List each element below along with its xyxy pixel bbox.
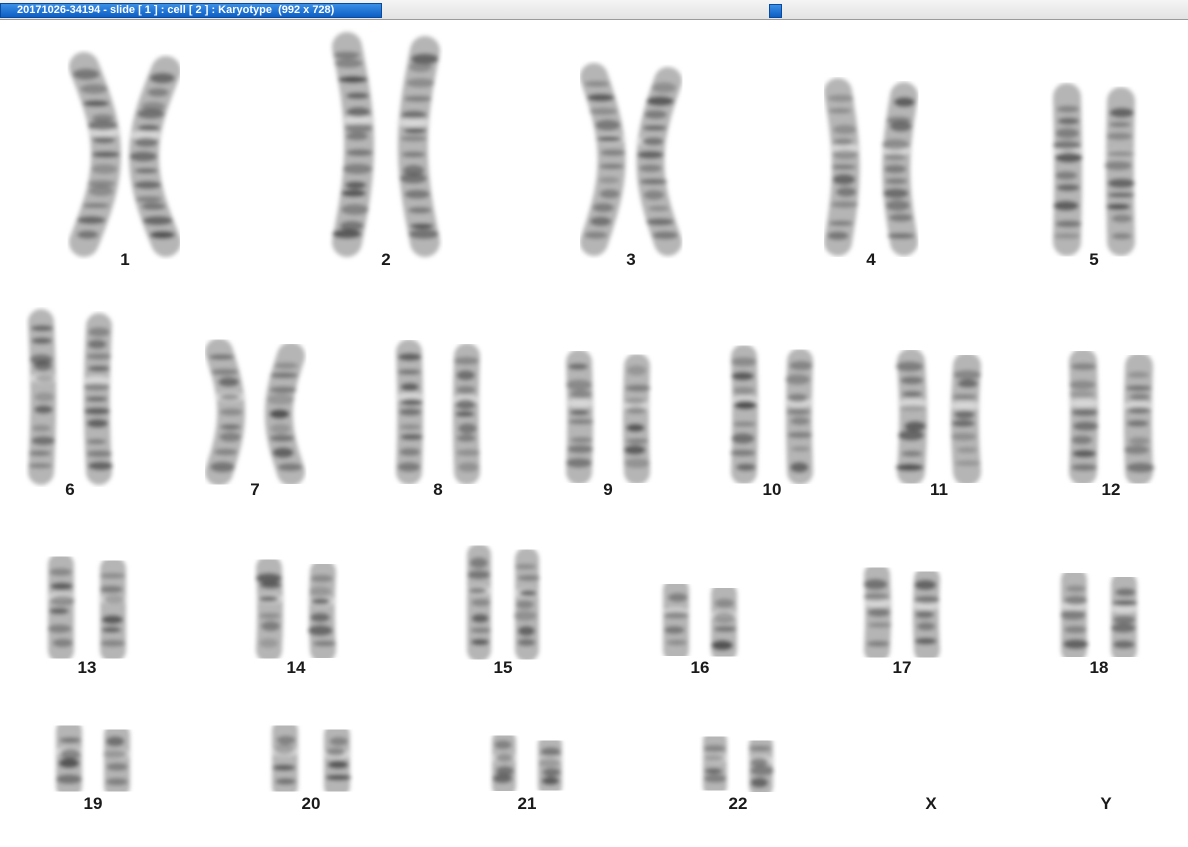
chromosome-a xyxy=(205,338,246,486)
scroll-thumb[interactable] xyxy=(769,4,782,18)
chromosome-image xyxy=(701,729,775,798)
chromosome-b xyxy=(881,82,918,256)
chromosome-label: 7 xyxy=(250,480,260,499)
chromosome-b xyxy=(82,313,113,485)
chromosome-label: 14 xyxy=(286,658,306,677)
chromosome-b xyxy=(513,547,541,662)
chromosome-a xyxy=(465,543,493,662)
chromosome-label: 10 xyxy=(762,480,782,499)
chromosome-b xyxy=(1109,571,1139,663)
chromosome-a xyxy=(824,78,861,256)
chromosome-label: 5 xyxy=(1089,250,1099,269)
chromosome-label: 20 xyxy=(301,794,321,813)
chromosome-image xyxy=(490,729,564,798)
chromosome-image xyxy=(395,339,481,485)
chromosome-image xyxy=(46,552,128,663)
chromosome-a xyxy=(69,52,122,257)
chromosome-a xyxy=(701,729,729,798)
chromosome-b xyxy=(1104,87,1136,256)
chromosome-b xyxy=(1122,352,1155,486)
window-title[interactable]: 20171026-34194 - slide [ 1 ] : cell [ 2 … xyxy=(0,3,382,18)
chromosome-b xyxy=(322,722,352,799)
chromosome-label: 22 xyxy=(728,794,748,813)
chromosome-a xyxy=(580,63,626,256)
chromosome-a xyxy=(46,552,76,663)
chromosome-b xyxy=(636,67,682,256)
karyotype-panel: 1 2 3 4 5 6 7 8 9 10 11 12 13 14 15 16 17 18 19 20 21 22 X Y xyxy=(0,21,1188,847)
chromosome-a xyxy=(1052,83,1084,256)
chromosome-a xyxy=(395,339,425,485)
chromosome-b xyxy=(128,56,181,257)
chromosome-label: 15 xyxy=(493,658,513,677)
chromosome-a xyxy=(54,718,84,799)
chromosome-image xyxy=(69,52,181,257)
chromosome-label: X xyxy=(925,794,937,813)
chromosome-b xyxy=(102,722,132,799)
chromosome-b xyxy=(621,353,651,485)
chromosome-b xyxy=(747,733,775,798)
chromosome-label: 21 xyxy=(517,794,537,813)
chromosome-image xyxy=(270,718,352,799)
chromosome-image xyxy=(863,562,941,663)
chromosome-label: 16 xyxy=(690,658,710,677)
chromosome-b xyxy=(451,343,481,485)
chromosome-b xyxy=(397,36,440,257)
chromosome-label: 19 xyxy=(83,794,103,813)
chromosome-label: 1 xyxy=(120,250,130,269)
chromosome-a xyxy=(730,344,760,485)
chromosome-b xyxy=(911,566,941,663)
chromosome-image xyxy=(465,543,541,662)
chromosome-a xyxy=(28,309,58,485)
chromosome-image xyxy=(661,577,739,663)
chromosome-b xyxy=(307,559,337,663)
chromosome-a xyxy=(895,348,929,486)
chromosome-b xyxy=(98,556,128,663)
chromosome-image xyxy=(1068,348,1155,486)
chromosome-b xyxy=(709,581,739,663)
chromosome-label: 12 xyxy=(1101,480,1121,499)
chromosome-a xyxy=(270,718,300,799)
chromosome-label: 11 xyxy=(930,480,948,499)
chromosome-label: 6 xyxy=(65,480,75,499)
chromosome-image xyxy=(54,718,132,799)
chromosome-a xyxy=(1059,567,1089,663)
chromosome-b xyxy=(536,733,564,798)
chromosome-image xyxy=(730,344,814,485)
chromosome-image xyxy=(565,349,651,485)
chromosome-a xyxy=(863,562,893,663)
chromosome-a xyxy=(565,349,595,485)
chromosome-image xyxy=(1052,83,1136,256)
chromosome-image xyxy=(895,348,982,486)
chromosome-label: 8 xyxy=(433,480,443,499)
chromosome-image xyxy=(205,338,305,486)
chromosome-label: Y xyxy=(1100,794,1112,813)
chromosome-label: 13 xyxy=(77,658,97,677)
chromosome-b xyxy=(264,342,305,486)
chromosome-label: 2 xyxy=(381,250,391,269)
chromosome-label: 3 xyxy=(626,250,636,269)
chromosome-a xyxy=(255,555,285,663)
chromosome-label: 4 xyxy=(866,250,876,269)
karyotype-window: 20171026-34194 - slide [ 1 ] : cell [ 2 … xyxy=(0,0,1188,847)
chromosome-b xyxy=(784,348,814,485)
chromosome-image xyxy=(332,32,440,257)
chromosome-b xyxy=(949,352,982,486)
chromosome-image xyxy=(255,555,337,663)
title-bar: 20171026-34194 - slide [ 1 ] : cell [ 2 … xyxy=(0,0,1188,20)
chromosome-image xyxy=(1059,567,1139,663)
chromosome-label: 18 xyxy=(1089,658,1109,677)
chromosome-label: 17 xyxy=(892,658,912,677)
chromosome-a xyxy=(332,32,375,257)
chromosome-image xyxy=(580,63,682,256)
chromosome-a xyxy=(661,577,691,663)
chromosome-label: 9 xyxy=(603,480,613,499)
chromosome-a xyxy=(490,729,518,798)
chromosome-a xyxy=(1068,348,1100,486)
chromosome-image xyxy=(28,309,113,485)
chromosome-image xyxy=(824,78,918,256)
